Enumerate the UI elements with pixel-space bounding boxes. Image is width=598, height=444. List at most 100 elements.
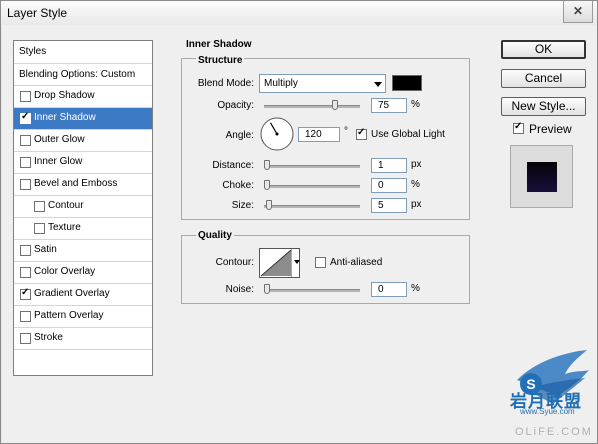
style-item-label: Pattern Overlay xyxy=(34,310,104,321)
angle-input[interactable]: 120 xyxy=(298,127,340,142)
opacity-label: Opacity: xyxy=(217,100,254,111)
angle-label: Angle: xyxy=(225,130,254,141)
style-item-label: Inner Shadow xyxy=(34,112,96,123)
size-input[interactable]: 5 xyxy=(371,198,407,213)
contour-curve-icon xyxy=(260,249,292,277)
choke-label: Choke: xyxy=(222,180,254,191)
dialog-title: Layer Style xyxy=(7,6,68,20)
style-item-label: Contour xyxy=(48,200,84,211)
ok-button[interactable]: OK xyxy=(501,40,586,59)
layer-style-dialog: Layer Style ✕ Styles Blending Options: C… xyxy=(0,0,598,444)
styles-list: Styles Blending Options: Custom Drop Sha… xyxy=(13,40,153,376)
contour-dropdown-button[interactable] xyxy=(291,249,300,277)
style-item-stroke[interactable]: Stroke xyxy=(14,328,152,350)
quality-title: Quality xyxy=(196,230,234,241)
noise-slider-track[interactable] xyxy=(264,289,360,292)
style-item-inner-shadow[interactable]: Inner Shadow xyxy=(14,108,152,130)
noise-slider-thumb[interactable] xyxy=(264,284,270,294)
dialog-body: Styles Blending Options: Custom Drop Sha… xyxy=(2,25,597,443)
use-global-light-checkbox[interactable] xyxy=(356,127,367,140)
angle-unit: ° xyxy=(344,126,348,137)
close-icon: ✕ xyxy=(572,4,584,18)
noise-label: Noise: xyxy=(225,284,254,295)
style-item-pattern-overlay[interactable]: Pattern Overlay xyxy=(14,306,152,328)
new-style-button[interactable]: New Style... xyxy=(501,97,586,116)
angle-dial[interactable] xyxy=(259,116,295,152)
contour-picker[interactable] xyxy=(259,248,300,278)
use-global-light-label: Use Global Light xyxy=(371,129,445,140)
size-unit: px xyxy=(411,199,422,210)
style-item-outer-glow[interactable]: Outer Glow xyxy=(14,130,152,152)
preview-thumbnail xyxy=(510,145,573,208)
style-item-inner-glow[interactable]: Inner Glow xyxy=(14,152,152,174)
choke-slider-thumb[interactable] xyxy=(264,180,270,190)
watermark-corner-text: OLiFE.COM xyxy=(515,426,593,438)
distance-slider-track[interactable] xyxy=(264,165,360,168)
structure-title: Structure xyxy=(196,55,245,66)
anti-aliased-label: Anti-aliased xyxy=(330,257,383,268)
title-bar[interactable]: Layer Style ✕ xyxy=(1,1,597,25)
style-checkbox[interactable] xyxy=(20,91,31,102)
choke-input[interactable]: 0 xyxy=(371,178,407,193)
section-title: Inner Shadow xyxy=(186,39,252,50)
distance-input[interactable]: 1 xyxy=(371,158,407,173)
preview-checkbox[interactable] xyxy=(513,121,524,134)
blend-mode-label: Blend Mode: xyxy=(197,78,254,89)
styles-header[interactable]: Styles xyxy=(14,41,152,64)
style-checkbox[interactable] xyxy=(20,287,31,300)
style-item-label: Stroke xyxy=(34,332,63,343)
preview-label: Preview xyxy=(529,122,572,136)
blending-options-item[interactable]: Blending Options: Custom xyxy=(14,64,152,86)
opacity-slider-track[interactable] xyxy=(264,105,360,108)
style-item-satin[interactable]: Satin xyxy=(14,240,152,262)
style-checkbox[interactable] xyxy=(20,111,31,124)
watermark-url: www.Syue.com xyxy=(520,407,575,416)
style-item-label: Inner Glow xyxy=(34,156,83,167)
choke-unit: % xyxy=(411,179,420,190)
size-label: Size: xyxy=(231,200,254,211)
opacity-slider-thumb[interactable] xyxy=(331,100,338,110)
chevron-down-icon xyxy=(294,260,300,264)
style-item-label: Color Overlay xyxy=(34,266,96,277)
contour-label: Contour: xyxy=(215,257,254,268)
style-item-label: Drop Shadow xyxy=(34,90,95,101)
opacity-unit: % xyxy=(411,99,420,110)
style-checkbox[interactable] xyxy=(20,245,31,256)
style-checkbox[interactable] xyxy=(20,179,31,190)
opacity-input[interactable]: 75 xyxy=(371,98,407,113)
style-item-drop-shadow[interactable]: Drop Shadow xyxy=(14,86,152,108)
style-checkbox[interactable] xyxy=(20,135,31,146)
quality-group: Quality Contour: Anti-aliased Noise: 0 % xyxy=(181,230,470,304)
distance-slider-thumb[interactable] xyxy=(264,160,270,170)
style-checkbox[interactable] xyxy=(34,223,45,234)
style-item-label: Bevel and Emboss xyxy=(34,178,118,189)
noise-input[interactable]: 0 xyxy=(371,282,407,297)
style-item-texture[interactable]: Texture xyxy=(14,218,152,240)
preview-swatch xyxy=(527,162,557,192)
style-item-bevel-and-emboss[interactable]: Bevel and Emboss xyxy=(14,174,152,196)
cancel-button[interactable]: Cancel xyxy=(501,69,586,88)
noise-unit: % xyxy=(411,283,420,294)
style-checkbox[interactable] xyxy=(20,333,31,344)
style-item-label: Outer Glow xyxy=(34,134,85,145)
style-checkbox[interactable] xyxy=(34,201,45,212)
style-item-label: Satin xyxy=(34,244,57,255)
style-item-label: Gradient Overlay xyxy=(34,288,110,299)
choke-slider-track[interactable] xyxy=(264,185,360,188)
blend-mode-select[interactable]: Multiply xyxy=(259,74,386,93)
shadow-color-swatch[interactable] xyxy=(392,75,422,91)
style-item-color-overlay[interactable]: Color Overlay xyxy=(14,262,152,284)
style-item-contour[interactable]: Contour xyxy=(14,196,152,218)
style-checkbox[interactable] xyxy=(20,311,31,322)
chevron-down-icon xyxy=(374,82,382,87)
anti-aliased-checkbox[interactable] xyxy=(315,257,326,268)
style-item-gradient-overlay[interactable]: Gradient Overlay xyxy=(14,284,152,306)
structure-group: Structure Blend Mode: Multiply Opacity: … xyxy=(181,55,470,220)
style-checkbox[interactable] xyxy=(20,267,31,278)
close-button[interactable]: ✕ xyxy=(563,1,593,23)
size-slider-thumb[interactable] xyxy=(265,200,272,210)
distance-unit: px xyxy=(411,159,422,170)
size-slider-track[interactable] xyxy=(264,205,360,208)
style-item-label: Texture xyxy=(48,222,81,233)
style-checkbox[interactable] xyxy=(20,157,31,168)
